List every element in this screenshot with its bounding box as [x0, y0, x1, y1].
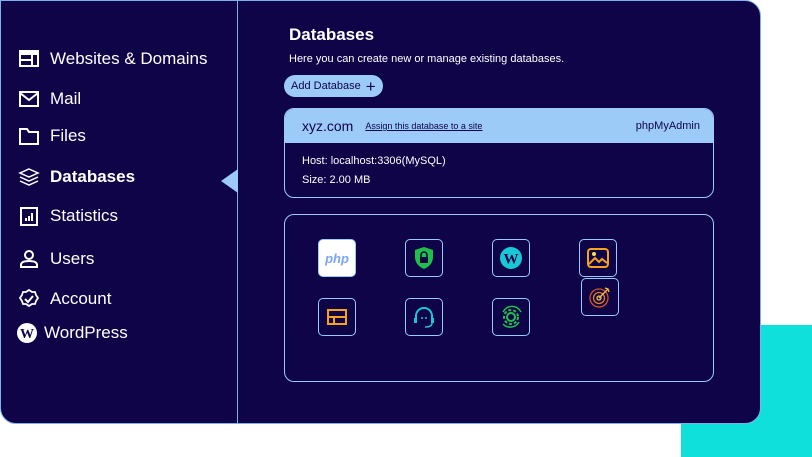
control-panel: Websites & Domains Mail Files Databases … [0, 0, 761, 424]
badge-check-icon [18, 288, 40, 308]
image-icon [587, 248, 609, 268]
wordpress-icon: W [17, 323, 37, 343]
assign-database-link[interactable]: Assign this database to a site [365, 121, 482, 131]
gear-sync-icon [502, 305, 522, 328]
php-app-button[interactable]: php [318, 239, 356, 277]
sidebar-item-databases[interactable]: Databases [18, 166, 135, 188]
add-database-label: Add Database [291, 80, 361, 92]
target-icon [589, 287, 610, 308]
sidebar-item-websites[interactable]: Websites & Domains [18, 48, 207, 70]
database-size: Size: 2.00 MB [302, 174, 371, 186]
headset-icon [414, 307, 434, 328]
sidebar-item-wordpress[interactable]: W WordPress [16, 322, 128, 344]
envelope-icon [19, 91, 39, 107]
shield-lock-icon [415, 247, 433, 269]
svg-text:W: W [504, 252, 519, 268]
wordpress-icon: W [500, 247, 522, 269]
database-name: xyz.com [302, 118, 354, 134]
sidebar-item-mail[interactable]: Mail [18, 88, 81, 110]
active-pointer [221, 169, 238, 193]
sidebar-divider [237, 1, 238, 424]
layout-app-button[interactable] [318, 298, 356, 336]
page-title: Databases [289, 25, 375, 44]
database-host: Host: localhost:3306(MySQL) [302, 155, 446, 167]
wordpress-app-button[interactable]: W [492, 239, 530, 277]
sidebar-item-label: Statistics [50, 206, 119, 225]
target-app-button[interactable] [581, 278, 619, 316]
sidebar-item-label: Websites & Domains [50, 49, 208, 68]
folder-icon [19, 128, 39, 145]
sidebar-item-files[interactable]: Files [18, 125, 86, 147]
bar-chart-icon [20, 207, 38, 226]
add-database-button[interactable]: Add Database + [284, 75, 383, 97]
layout-icon [327, 309, 347, 325]
sidebar-item-label: WordPress [44, 323, 128, 342]
security-app-button[interactable] [405, 239, 443, 277]
sidebar-item-label: Users [50, 249, 95, 268]
phpmyadmin-link[interactable]: phpMyAdmin [636, 120, 700, 132]
sidebar-item-statistics[interactable]: Statistics [18, 205, 118, 227]
sidebar-item-label: Databases [50, 167, 136, 186]
support-app-button[interactable] [405, 298, 443, 336]
php-icon: php [325, 250, 349, 266]
layers-icon [18, 168, 40, 186]
sidebar-item-users[interactable]: Users [18, 248, 94, 270]
image-app-button[interactable] [579, 239, 617, 277]
sidebar-item-account[interactable]: Account [18, 288, 111, 310]
database-card: xyz.com Assign this database to a site p… [284, 108, 714, 198]
apps-panel: php W [284, 214, 714, 382]
svg-text:W: W [20, 327, 34, 342]
browser-window-icon [19, 50, 39, 67]
page-subtitle: Here you can create new or manage existi… [289, 53, 565, 65]
sidebar-item-label: Mail [50, 89, 82, 108]
plus-icon: + [365, 76, 376, 96]
sidebar-item-label: Account [50, 289, 112, 308]
settings-sync-app-button[interactable] [492, 298, 530, 336]
user-icon [20, 250, 38, 268]
sidebar-item-label: Files [50, 126, 86, 145]
